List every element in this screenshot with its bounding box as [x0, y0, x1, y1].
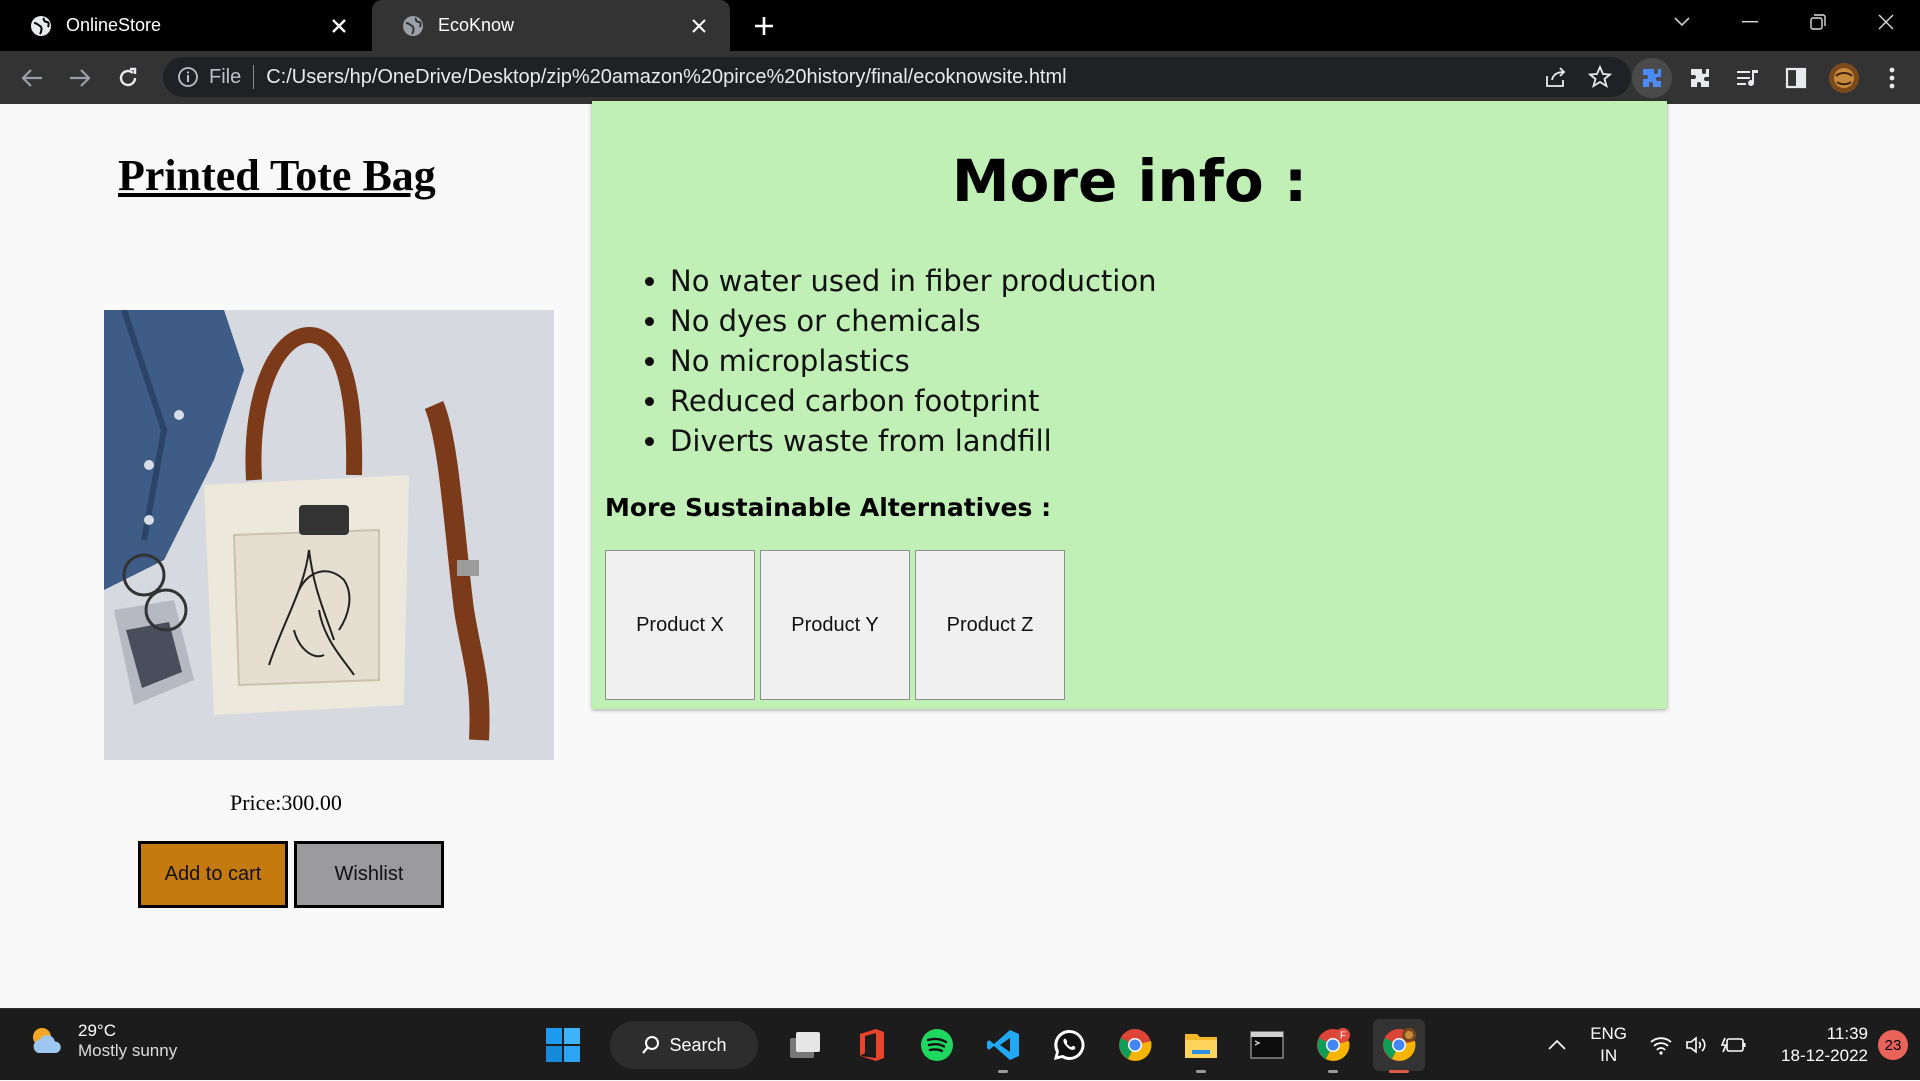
toolbar-actions: [1632, 51, 1920, 104]
new-tab-button[interactable]: [748, 10, 780, 42]
weather-condition: Mostly sunny: [78, 1041, 178, 1060]
wifi-icon: [1649, 1035, 1673, 1055]
alternative-product-x[interactable]: Product X: [605, 550, 755, 700]
chrome-icon[interactable]: [1109, 1019, 1161, 1071]
benefits-list: No water used in fiber production No dye…: [642, 261, 1157, 461]
region-code: IN: [1600, 1046, 1618, 1065]
alternative-product-y[interactable]: Product Y: [760, 550, 910, 700]
wishlist-button[interactable]: Wishlist: [294, 841, 444, 908]
tab-title: OnlineStore: [66, 15, 162, 35]
extension-pinned-icon[interactable]: [1632, 57, 1672, 98]
file-explorer-icon[interactable]: [1175, 1019, 1227, 1073]
add-to-cart-button[interactable]: Add to cart: [138, 841, 288, 908]
product-price: Price:300.00: [230, 790, 342, 815]
restore-button[interactable]: [1784, 0, 1852, 44]
benefit-item: Reduced carbon footprint: [670, 381, 1157, 421]
running-indicator: [1196, 1070, 1206, 1073]
menu-kebab-icon[interactable]: [1872, 58, 1912, 98]
clock-time: 11:39: [1826, 1024, 1868, 1043]
close-tab-icon[interactable]: [686, 13, 712, 39]
active-indicator: [1389, 1070, 1409, 1073]
chrome-profile-active-icon[interactable]: [1373, 1019, 1425, 1073]
terminal-icon[interactable]: [1241, 1019, 1293, 1071]
browser-toolbar: File C:/Users/hp/OneDrive/Desktop/zip%20…: [0, 51, 1920, 104]
search-icon: [641, 1035, 661, 1055]
chrome-profile-f-icon[interactable]: F: [1307, 1019, 1359, 1073]
chrome-badge-letter: F: [1340, 1031, 1346, 1042]
browser-tab-bar: OnlineStore EcoKnow: [0, 0, 1920, 51]
whatsapp-icon[interactable]: [1043, 1019, 1095, 1071]
back-arrow-icon[interactable]: [16, 62, 48, 94]
more-info-heading: More info :: [951, 147, 1308, 215]
windows-taskbar: 29°C Mostly sunny Search F ENG IN 11:39 …: [0, 1008, 1920, 1080]
benefit-item: No microplastics: [670, 341, 1157, 381]
clock-date: 18-12-2022: [1781, 1046, 1868, 1065]
task-view-icon[interactable]: [779, 1019, 831, 1071]
language-code: ENG: [1590, 1024, 1628, 1043]
address-bar[interactable]: File C:/Users/hp/OneDrive/Desktop/zip%20…: [163, 57, 1631, 97]
system-clock[interactable]: 11:39 18-12-2022: [1781, 1023, 1868, 1067]
alternatives-row: Product X Product Y Product Z: [605, 550, 1070, 700]
benefit-item: No water used in fiber production: [670, 261, 1157, 301]
forward-arrow-icon[interactable]: [64, 62, 96, 94]
tab-title: EcoKnow: [438, 15, 515, 35]
address-separator: [253, 65, 255, 89]
url-text[interactable]: C:/Users/hp/OneDrive/Desktop/zip%20amazo…: [266, 66, 1543, 89]
globe-icon: [30, 15, 52, 37]
alternative-product-z[interactable]: Product Z: [915, 550, 1065, 700]
bookmark-star-icon[interactable]: [1587, 64, 1613, 90]
system-tray: ENG IN 11:39 18-12-2022 23: [1542, 1009, 1920, 1081]
weather-temperature: 29°C: [78, 1021, 116, 1040]
spotify-icon[interactable]: [911, 1019, 963, 1071]
minimize-button[interactable]: [1716, 0, 1784, 44]
notification-badge[interactable]: 23: [1878, 1030, 1908, 1060]
volume-icon: [1685, 1035, 1709, 1055]
extensions-puzzle-icon[interactable]: [1680, 58, 1720, 98]
close-window-button[interactable]: [1852, 0, 1920, 44]
tab-onlinestore[interactable]: OnlineStore: [0, 0, 370, 51]
product-image: [104, 310, 554, 760]
windows-start-icon[interactable]: [537, 1019, 589, 1071]
close-tab-icon[interactable]: [326, 13, 352, 39]
search-label: Search: [669, 1034, 727, 1055]
more-info-panel: More info : No water used in fiber produ…: [592, 101, 1667, 709]
product-title: Printed Tote Bag: [118, 151, 436, 200]
profile-avatar[interactable]: [1824, 58, 1864, 98]
reload-icon[interactable]: [112, 62, 144, 94]
show-hidden-icons-chevron-icon[interactable]: [1542, 1040, 1572, 1050]
alternatives-heading: More Sustainable Alternatives :: [605, 493, 1052, 522]
share-icon[interactable]: [1543, 64, 1569, 90]
side-panel-icon[interactable]: [1776, 58, 1816, 98]
globe-icon: [402, 15, 424, 37]
tab-search-chevron-icon[interactable]: [1648, 0, 1716, 44]
benefit-item: Diverts waste from landfill: [670, 421, 1157, 461]
running-indicator: [998, 1070, 1008, 1073]
info-icon[interactable]: [177, 66, 199, 88]
weather-widget[interactable]: 29°C Mostly sunny: [28, 1021, 177, 1061]
sun-cloud-icon: [28, 1023, 64, 1059]
office-icon[interactable]: [845, 1019, 897, 1071]
quick-settings[interactable]: [1649, 1035, 1759, 1055]
running-indicator: [1328, 1070, 1338, 1073]
window-controls: [1648, 0, 1920, 51]
tab-ecoknow[interactable]: EcoKnow: [372, 0, 730, 51]
taskbar-apps: Search F: [530, 1019, 1432, 1073]
vscode-icon[interactable]: [977, 1019, 1029, 1073]
taskbar-search[interactable]: Search: [610, 1021, 758, 1069]
scheme-label: File: [209, 65, 242, 88]
benefit-item: No dyes or chemicals: [670, 301, 1157, 341]
language-indicator[interactable]: ENG IN: [1590, 1023, 1627, 1067]
media-control-icon[interactable]: [1728, 58, 1768, 98]
battery-charging-icon: [1721, 1035, 1747, 1055]
